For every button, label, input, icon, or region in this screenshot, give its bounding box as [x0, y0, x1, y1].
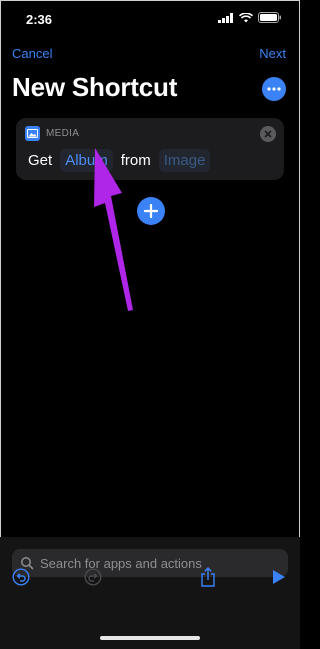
home-indicator [100, 636, 200, 640]
redo-icon [84, 568, 102, 586]
undo-icon [12, 568, 30, 586]
share-icon [201, 567, 215, 587]
undo-button[interactable] [11, 567, 31, 587]
run-button[interactable] [270, 567, 288, 587]
redo-button[interactable] [83, 567, 103, 587]
play-icon [273, 570, 285, 584]
share-button[interactable] [198, 566, 218, 588]
search-placeholder: Search for apps and actions [40, 555, 202, 571]
search-bar[interactable]: Search for apps and actions [12, 549, 288, 577]
